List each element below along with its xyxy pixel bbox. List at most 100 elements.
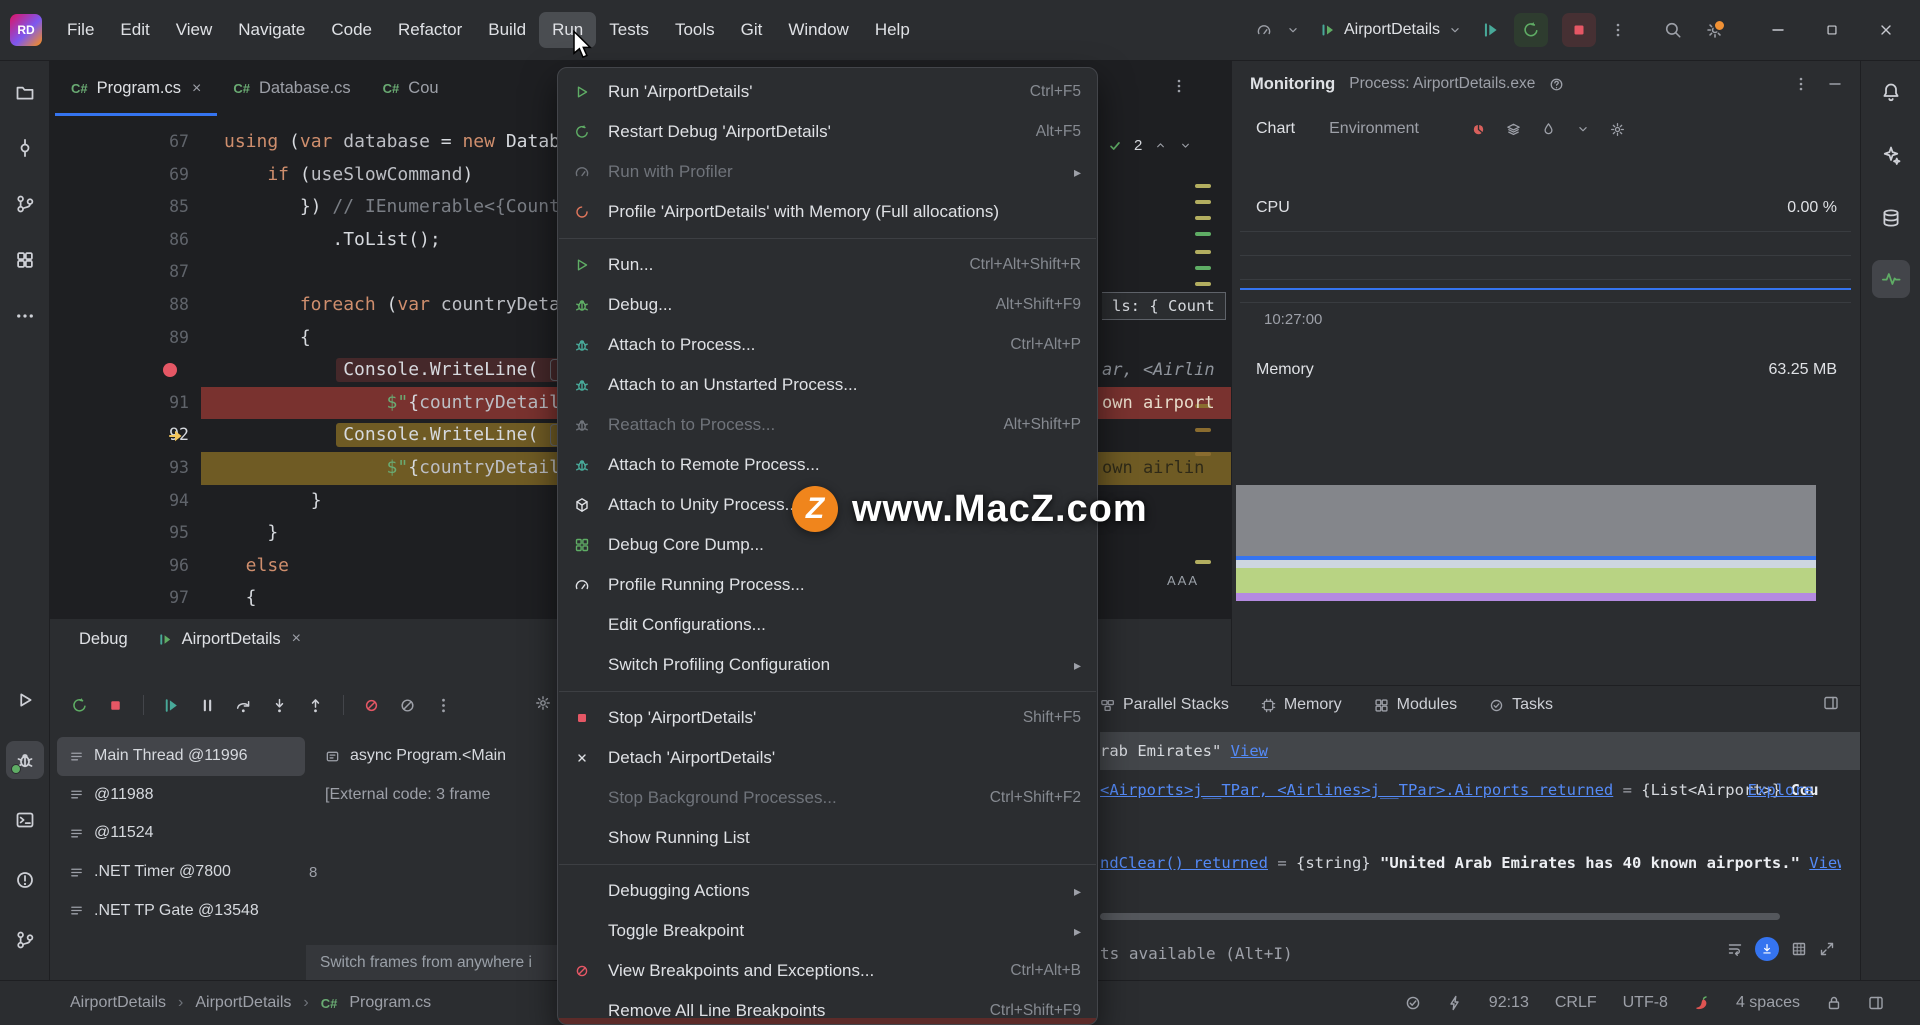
breadcrumb-item[interactable]: AirportDetails bbox=[70, 994, 166, 1012]
breadcrumb-item[interactable]: Program.cs bbox=[349, 994, 431, 1012]
line-number[interactable]: 88 bbox=[49, 289, 189, 322]
analysis-status-icon[interactable] bbox=[1405, 995, 1421, 1011]
breadcrumb-item[interactable]: AirportDetails bbox=[195, 994, 291, 1012]
line-number[interactable]: 97 bbox=[49, 582, 189, 615]
resume-program-icon[interactable] bbox=[1482, 21, 1500, 39]
rerun-button[interactable] bbox=[1514, 13, 1548, 47]
line-number[interactable]: 96 bbox=[49, 550, 189, 583]
inspections-widget[interactable]: 2 bbox=[1108, 137, 1192, 154]
layers-icon[interactable] bbox=[1506, 122, 1521, 137]
line-number[interactable]: 89 bbox=[49, 322, 189, 355]
menu-item-debugging-actions[interactable]: Debugging Actions ▸ bbox=[558, 871, 1097, 911]
rider-logo-icon[interactable]: RD bbox=[10, 14, 42, 46]
settings-gear-icon[interactable] bbox=[535, 695, 551, 711]
menu-file[interactable]: File bbox=[54, 12, 107, 48]
close-button[interactable] bbox=[1866, 13, 1906, 47]
profiler-toolbar-icon[interactable] bbox=[1256, 22, 1272, 38]
stripe-mark[interactable] bbox=[1195, 232, 1211, 236]
notifications-icon[interactable] bbox=[1872, 73, 1910, 111]
line-separator[interactable]: CRLF bbox=[1555, 994, 1597, 1012]
debug-icon[interactable] bbox=[5, 741, 44, 779]
gc-icon[interactable] bbox=[1541, 122, 1556, 137]
debug-session-tab[interactable]: AirportDetails × bbox=[158, 630, 301, 649]
settings-gear-icon[interactable] bbox=[1610, 122, 1625, 137]
chevron-up-icon[interactable] bbox=[1154, 139, 1167, 152]
menu-item-show-running-list[interactable]: Show Running List bbox=[558, 818, 1097, 858]
tab-environment[interactable]: Environment bbox=[1329, 120, 1419, 138]
layout-widget-icon[interactable] bbox=[1868, 995, 1884, 1011]
menu-help[interactable]: Help bbox=[862, 12, 923, 48]
rerun-debug-icon[interactable] bbox=[71, 697, 88, 714]
menu-item-stop-airportdetails[interactable]: Stop 'AirportDetails' Shift+F5 bbox=[558, 698, 1097, 738]
line-number[interactable]: 69 bbox=[49, 159, 189, 192]
menu-code[interactable]: Code bbox=[318, 12, 385, 48]
mute-breakpoints-icon[interactable] bbox=[399, 697, 416, 714]
thread-row[interactable]: .NET TP Gate @13548 bbox=[57, 891, 305, 930]
power-save-icon[interactable] bbox=[1447, 995, 1463, 1011]
menu-item-detach-airportdetails[interactable]: Detach 'AirportDetails' bbox=[558, 738, 1097, 778]
more-options-icon[interactable] bbox=[1793, 76, 1809, 92]
menu-item-restart-debug-airportdetails[interactable]: Restart Debug 'AirportDetails' Alt+F5 bbox=[558, 112, 1097, 152]
menu-tests[interactable]: Tests bbox=[596, 12, 662, 48]
terminal-icon[interactable] bbox=[6, 801, 44, 839]
expand-icon[interactable] bbox=[1819, 941, 1835, 957]
menu-item-view-breakpoints-and-exceptions[interactable]: View Breakpoints and Exceptions... Ctrl+A… bbox=[558, 951, 1097, 991]
stripe-mark[interactable] bbox=[1195, 266, 1211, 270]
editor-tab-cou[interactable]: C# Cou bbox=[367, 61, 455, 116]
minimize-button[interactable] bbox=[1758, 13, 1798, 47]
menu-item-attach-to-process[interactable]: Attach to Process... Ctrl+Alt+P bbox=[558, 325, 1097, 365]
line-number[interactable]: 91 bbox=[49, 387, 189, 420]
scroll-to-end-icon[interactable] bbox=[1755, 937, 1779, 961]
settings-gear-icon[interactable] bbox=[1706, 19, 1726, 39]
menu-item-switch-profiling-configuration[interactable]: Switch Profiling Configuration ▸ bbox=[558, 645, 1097, 685]
menu-view[interactable]: View bbox=[163, 12, 226, 48]
step-out-icon[interactable] bbox=[307, 697, 324, 714]
thread-row[interactable]: @11524 bbox=[57, 814, 305, 853]
chevron-down-icon[interactable] bbox=[1179, 139, 1192, 152]
indent-style[interactable]: 4 spaces bbox=[1736, 994, 1800, 1012]
editor-tab-database-cs[interactable]: C# Database.cs bbox=[217, 61, 366, 116]
run-icon[interactable] bbox=[6, 681, 44, 719]
stripe-mark[interactable] bbox=[1195, 200, 1211, 204]
tab-list-kebab-icon[interactable] bbox=[1171, 78, 1187, 94]
console-link[interactable]: ndClear() returned bbox=[1100, 854, 1268, 872]
help-icon[interactable] bbox=[1549, 77, 1564, 92]
line-number[interactable]: 67 bbox=[49, 126, 189, 159]
cpu-time-icon[interactable] bbox=[1471, 122, 1486, 137]
stripe-mark[interactable] bbox=[1195, 428, 1211, 432]
file-writable-icon[interactable] bbox=[1826, 995, 1842, 1011]
editor-tab-program-cs[interactable]: C# Program.cs × bbox=[55, 61, 217, 116]
console-link[interactable]: View bbox=[1809, 854, 1841, 872]
maximize-button[interactable] bbox=[1812, 13, 1852, 47]
thread-row[interactable]: .NET Timer @7800 8 bbox=[57, 853, 317, 892]
line-number[interactable]: 94 bbox=[49, 485, 189, 518]
stripe-mark[interactable] bbox=[1195, 216, 1211, 220]
menu-item-profile-running-process[interactable]: Profile Running Process... bbox=[558, 565, 1097, 605]
more-options-icon[interactable] bbox=[435, 697, 452, 714]
database-icon[interactable] bbox=[1872, 199, 1910, 237]
stripe-mark[interactable] bbox=[1195, 250, 1211, 254]
line-number[interactable]: 93 bbox=[49, 452, 189, 485]
more-tools-icon[interactable] bbox=[6, 297, 44, 335]
breakpoint-icon[interactable] bbox=[163, 363, 177, 378]
hide-panel-icon[interactable] bbox=[1827, 76, 1843, 92]
chevron-down-icon[interactable] bbox=[1286, 23, 1300, 37]
commit-icon[interactable] bbox=[6, 129, 44, 167]
menu-refactor[interactable]: Refactor bbox=[385, 12, 475, 48]
grid-view-icon[interactable] bbox=[1791, 941, 1807, 957]
console-link[interactable]: Explore bbox=[1748, 778, 1813, 802]
pull-requests-icon[interactable] bbox=[6, 185, 44, 223]
monitoring-icon[interactable] bbox=[1871, 260, 1910, 298]
menu-item-run-airportdetails[interactable]: Run 'AirportDetails' Ctrl+F5 bbox=[558, 72, 1097, 112]
menu-item-run[interactable]: Run... Ctrl+Alt+Shift+R bbox=[558, 245, 1097, 285]
stripe-mark[interactable] bbox=[1195, 282, 1211, 286]
stop-icon[interactable] bbox=[107, 697, 124, 714]
menu-build[interactable]: Build bbox=[475, 12, 539, 48]
resume-icon[interactable] bbox=[163, 697, 180, 714]
close-icon[interactable]: × bbox=[192, 80, 201, 98]
menu-edit[interactable]: Edit bbox=[107, 12, 162, 48]
line-number[interactable]: 87 bbox=[49, 256, 189, 289]
stop-button[interactable] bbox=[1562, 13, 1596, 47]
heap-allocations-icon[interactable] bbox=[1694, 995, 1710, 1011]
line-number[interactable]: 95 bbox=[49, 517, 189, 550]
